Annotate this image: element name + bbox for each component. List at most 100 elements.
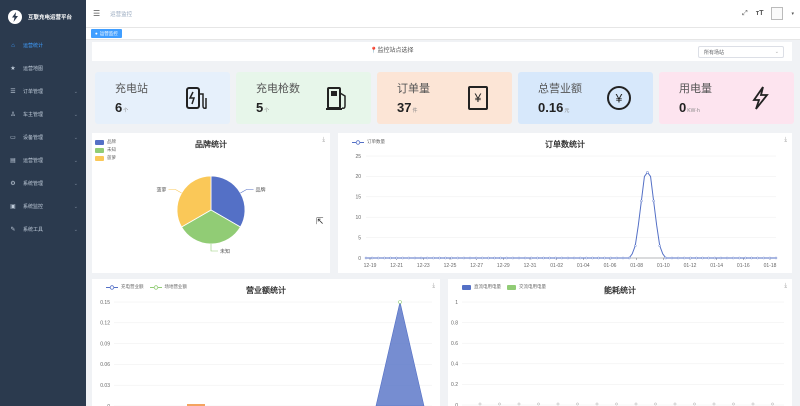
sidebar-item-label: 设备管理 [23,135,44,141]
sidebar-item-5[interactable]: ▤ 运营管理 ⌄ [0,149,86,172]
order-point [609,256,613,260]
energy-point [517,402,521,406]
font-size-icon[interactable]: ᴛT [756,10,764,17]
order-point [364,256,368,260]
sidebar-item-4[interactable]: ▭ 设备管理 ⌄ [0,126,86,149]
brand-stats-panel: 品牌统计 ⤓ 品牌 未知 菠萝 品牌 未知 菠萝 [92,133,330,273]
sidebar-item-3[interactable]: ♙ 车主管理 ⌄ [0,103,86,126]
sidebar-item-8[interactable]: ✎ 系统工具 ⌄ [0,218,86,241]
lightning-logo-icon [8,10,22,24]
sidebar-item-1[interactable]: ★ 运营地图 [0,57,86,80]
x-tick-label: 01-06 [604,263,617,269]
order-point [689,256,692,260]
order-point [407,256,411,260]
site-filter-row: 📍监控站点选择 所有场站 ⌄ [92,42,792,61]
tag-active[interactable]: ● 运营监控 [91,29,122,38]
order-point [701,256,704,260]
sidebar-item-6[interactable]: ⚙ 系统管理 ⌄ [0,172,86,195]
order-point [566,256,570,260]
stat-card-value: 6个 [115,100,129,115]
order-point [652,199,655,203]
order-point [383,256,386,260]
receipt-icon: ¥ [468,86,488,110]
order-point [395,256,398,260]
gear-icon: ⚙ [10,181,16,187]
order-point [744,256,747,260]
stat-card-4: 用电量 0KW·h [659,72,794,124]
sidebar-item-label: 运营管理 [23,158,44,164]
pie-label-1: 未知 [220,248,230,255]
order-point [597,256,600,260]
yen-circle-icon: ¥ [607,86,631,110]
energy-point [478,402,482,406]
sidebar-item-2[interactable]: ☰ 订单管理 ⌄ [0,80,86,103]
caret-down-icon[interactable]: ▾ [791,11,794,17]
order-point [511,256,515,260]
energy-point [673,402,677,406]
order-point [615,256,619,260]
chevron-down-icon: ⌄ [73,226,78,233]
site-select[interactable]: 所有场站 ⌄ [698,46,784,58]
order-point [425,256,429,260]
avatar[interactable] [771,7,784,20]
order-point [719,256,723,260]
energy-bar-chart: 00.20.40.60.81 [451,300,784,406]
order-point [468,256,472,260]
order-point [585,256,588,260]
sidebar-item-label: 系统监控 [23,204,44,210]
sidebar: 互联充电运营平台 ⌂ 运营统计 ★ 运营地图 ☰ 订单管理 ⌄ ♙ 车主管理 ⌄ ▭ 设备管理 ⌄ ▤ 运营… [0,0,86,406]
x-tick-label: 01-18 [764,263,777,269]
svg-text:¥: ¥ [474,91,482,105]
stat-card-2: 订单量 37件 ¥ [377,72,512,124]
order-point [474,256,478,260]
chevron-down-icon: ⌄ [73,88,78,95]
monitor-icon: ▣ [10,204,16,210]
x-tick-label: 01-16 [737,263,750,269]
x-tick-label: 12-29 [497,263,510,269]
y-tick-label: 0.4 [451,362,458,368]
order-point [419,256,423,260]
top-header: ☰ 运营监控 ⤢ ᴛT ▾ [86,0,800,28]
x-tick-label: 01-14 [710,263,723,269]
order-point [536,256,539,260]
stat-card-value: 37件 [397,100,418,115]
sidebar-item-0[interactable]: ⌂ 运营统计 [0,34,86,57]
order-point [591,256,594,260]
order-point [664,256,668,260]
sidebar-item-label: 运营地图 [23,66,44,72]
sidebar-item-7[interactable]: ▣ 系统监控 ⌄ [0,195,86,218]
x-tick-label: 01-10 [657,263,670,269]
energy-point [595,402,599,406]
lightning-icon [752,86,769,110]
chevron-down-icon: ⌄ [73,203,78,210]
tags-view: ● 运营监控 [86,28,800,40]
breadcrumb[interactable]: 运营监控 [110,10,132,18]
site-filter-label: 📍监控站点选择 [370,48,414,54]
fullscreen-icon[interactable]: ⤢ [742,10,748,18]
order-point [505,256,508,260]
order-point [548,256,551,260]
order-point [756,256,759,260]
sidebar-item-label: 车主管理 [23,112,44,118]
sidebar-item-label: 运营统计 [23,43,44,49]
y-tick-label: 10 [355,215,361,221]
svg-text:¥: ¥ [615,92,623,106]
hamburger-icon[interactable]: ☰ [93,9,100,18]
stat-card-value: 0.16元 [538,100,570,115]
chevron-down-icon: ⌄ [73,111,78,118]
fuel-pump-icon [326,87,346,110]
order-point [487,256,490,260]
revenue-stats-panel: 营业额统计 ⤓ 充电营业额 场地营业额 00.030.060.090.120.1… [92,279,440,406]
order-point [499,256,502,260]
revenue-area-peak [375,301,425,406]
order-point [370,256,374,260]
order-point [376,256,380,260]
order-point [450,256,453,260]
chevron-down-icon: ⌄ [73,180,78,187]
stat-card-1: 充电枪数 5个 [236,72,371,124]
brand-pie-chart: 品牌未知 菠萝 [156,175,266,255]
y-tick-label: 15 [355,195,361,201]
sidebar-item-label: 系统管理 [23,181,44,187]
y-tick-label: 0 [358,256,361,262]
y-tick-label: 5 [358,235,361,241]
